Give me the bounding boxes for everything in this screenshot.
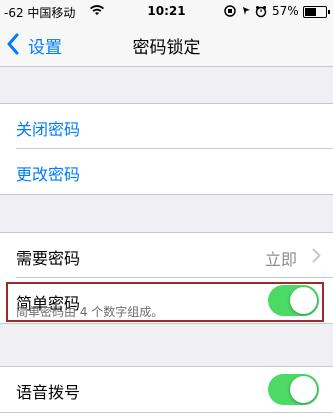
require-passcode-row[interactable]: 需要密码 立即 [0,233,333,278]
change-passcode-label: 更改密码 [16,165,81,184]
turn-passcode-off-label: 关闭密码 [16,120,81,139]
navigation-bar: 设置 密码锁定 [0,22,333,67]
alarm-icon [255,6,267,18]
rotation-lock-icon [224,5,236,17]
require-passcode-value: 立即 [264,250,297,269]
simple-passcode-footnote: 简单密码由 4 个数字组成。 [16,305,164,319]
voice-dial-toggle[interactable] [268,374,319,405]
chevron-right-icon [312,248,321,263]
battery-icon [303,6,330,18]
turn-passcode-off-row[interactable]: 关闭密码 [0,104,333,149]
simple-passcode-toggle[interactable] [268,285,319,316]
voice-dial-group: 语音拨号 [0,366,333,413]
page-title: 密码锁定 [132,38,201,58]
battery-fill [305,8,317,16]
change-passcode-row[interactable]: 更改密码 [0,149,333,194]
system-icons [223,3,273,19]
passcode-actions-group: 关闭密码 更改密码 [0,103,333,195]
voice-dial-label: 语音拨号 [16,383,81,402]
require-passcode-label: 需要密码 [16,249,81,268]
status-bar: -62 中国移动 10:21 57% [0,0,333,22]
location-icon [243,7,250,15]
toggle-knob [290,287,317,314]
battery-nub [328,10,330,14]
battery-percent: 57% [272,4,299,18]
voice-dial-row: 语音拨号 [0,367,333,412]
